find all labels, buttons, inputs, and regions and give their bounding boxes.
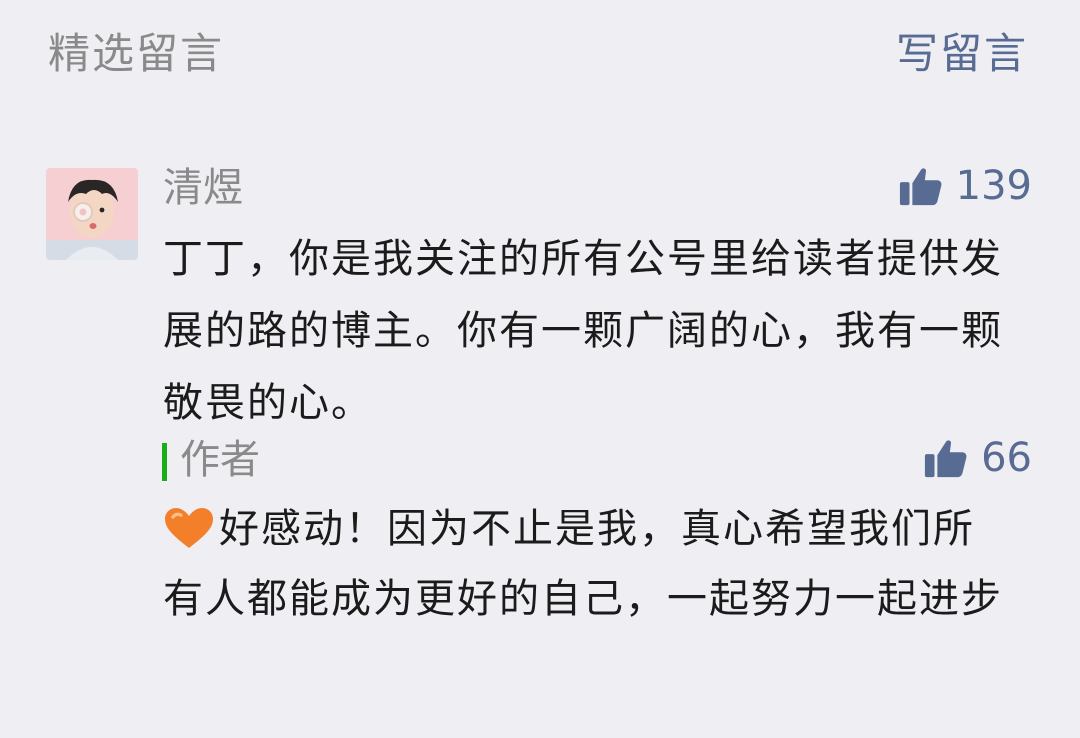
thumbs-up-icon	[925, 440, 967, 478]
author-reply-label: 作者	[180, 437, 260, 483]
reply-like-count: 66	[981, 435, 1032, 481]
write-comment-link[interactable]: 写留言	[896, 26, 1028, 82]
reply-like-button[interactable]: 66	[923, 432, 1032, 484]
section-title: 精选留言	[48, 29, 225, 78]
comment-like-count: 139	[955, 163, 1032, 209]
commenter-avatar[interactable]	[46, 168, 138, 260]
author-reply-text: 好感动！因为不止是我，真心希望我们所有人都能成为更好的自己，一起努力一起进步	[163, 494, 1003, 634]
orange-heart-icon	[165, 508, 213, 548]
commenter-nickname[interactable]: 清煜	[163, 162, 243, 214]
comment-like-button[interactable]: 139	[898, 160, 1032, 212]
author-reply-indicator	[162, 443, 167, 481]
comment-text: 丁丁，你是我关注的所有公号里给读者提供发展的路的博主。你有一颗广阔的心，我有一颗…	[163, 236, 1003, 426]
thumbs-up-icon	[899, 168, 942, 206]
author-reply-content: 好感动！因为不止是我，真心希望我们所有人都能成为更好的自己，一起努力一起进步	[163, 506, 1003, 622]
avatar-image	[46, 168, 138, 260]
